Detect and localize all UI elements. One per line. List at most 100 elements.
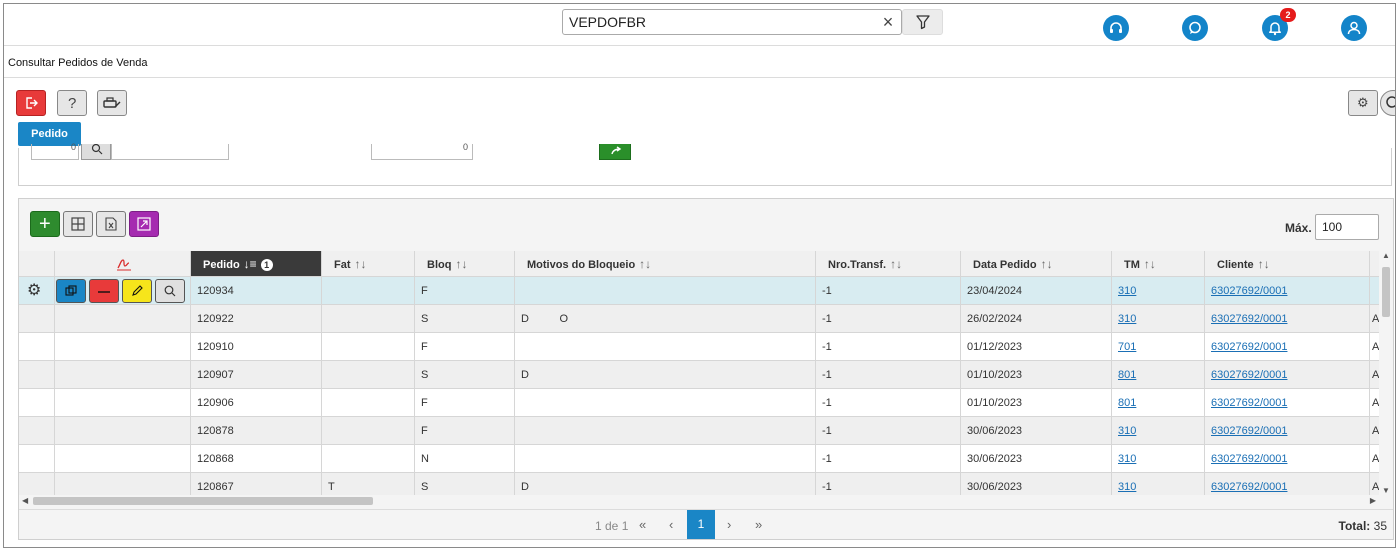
grid-icon — [71, 217, 85, 231]
exit-button[interactable] — [16, 90, 46, 116]
cliente-link[interactable]: 63027692/0001 — [1211, 341, 1287, 353]
signature-icon[interactable] — [116, 257, 132, 271]
print-settings-button[interactable] — [97, 90, 127, 116]
table-row[interactable]: 120906 F -1 01/10/2023 801 63027692/0001… — [19, 389, 1379, 417]
chat-icon — [1189, 21, 1201, 34]
first-page-button[interactable]: « — [639, 517, 646, 532]
filter-description-field[interactable] — [111, 144, 229, 160]
tm-link[interactable]: 801 — [1118, 397, 1136, 409]
table-row[interactable]: ⚙ 120934 F -1 23/04/2024 310 63027692/00… — [19, 277, 1379, 305]
cliente-link[interactable]: 63027692/0001 — [1211, 285, 1287, 297]
scroll-right-icon[interactable]: ▶ — [1370, 496, 1376, 505]
pencil-icon — [132, 285, 143, 296]
prev-page-button[interactable]: ‹ — [669, 517, 673, 532]
cliente-link[interactable]: 63027692/0001 — [1211, 453, 1287, 465]
support-button[interactable] — [1103, 15, 1129, 41]
sort-icon: ↑↓ — [354, 257, 367, 271]
vertical-scroll-thumb[interactable] — [1382, 267, 1390, 317]
sort-icon: ↑↓ — [455, 257, 468, 271]
arrow-icon — [611, 146, 622, 155]
copy-button[interactable] — [56, 279, 86, 303]
search-button[interactable] — [1380, 90, 1395, 116]
table-row[interactable]: 120907 S D -1 01/10/2023 801 63027692/00… — [19, 361, 1379, 389]
add-button[interactable]: + — [30, 211, 60, 237]
expand-icon — [137, 217, 151, 231]
cliente-link[interactable]: 63027692/0001 — [1211, 425, 1287, 437]
vertical-scrollbar[interactable]: ▲ ▼ — [1379, 251, 1393, 495]
apply-filter-button[interactable] — [599, 144, 631, 160]
header-motivos[interactable]: Motivos do Bloqueio ↑↓ — [515, 251, 816, 277]
filter-field-1[interactable]: 0 — [31, 142, 79, 160]
view-button[interactable] — [155, 279, 185, 303]
tm-link[interactable]: 310 — [1118, 285, 1136, 297]
table-row[interactable]: 120922 S D O -1 26/02/2024 310 63027692/… — [19, 305, 1379, 333]
scroll-up-icon[interactable]: ▲ — [1382, 251, 1390, 260]
help-button[interactable]: ? — [57, 90, 87, 116]
page-info: 1 de 1 — [595, 519, 629, 533]
copy-icon — [65, 285, 77, 296]
filter-lookup-button[interactable] — [81, 144, 111, 160]
header-nro-transf[interactable]: Nro.Transf. ↑↓ — [816, 251, 961, 277]
total-count: Total: 35 — [1338, 519, 1387, 533]
user-button[interactable] — [1341, 15, 1367, 41]
header-more — [1370, 251, 1379, 277]
export-excel-button[interactable] — [96, 211, 126, 237]
tm-link[interactable]: 310 — [1118, 313, 1136, 325]
clear-search-icon[interactable]: × — [879, 13, 897, 31]
excel-icon — [105, 217, 117, 231]
magnifier-icon — [164, 285, 176, 297]
header-data-pedido[interactable]: Data Pedido ↑↓ — [961, 251, 1112, 277]
notification-badge: 2 — [1280, 8, 1296, 22]
next-page-button[interactable]: › — [727, 517, 731, 532]
table-row[interactable]: 120868 N -1 30/06/2023 310 63027692/0001… — [19, 445, 1379, 473]
header-cliente[interactable]: Cliente ↑↓ — [1205, 251, 1370, 277]
cliente-link[interactable]: 63027692/0001 — [1211, 313, 1287, 325]
header-bloq[interactable]: Bloq ↑↓ — [415, 251, 515, 277]
scroll-left-icon[interactable]: ◀ — [22, 496, 28, 505]
table-row[interactable]: 120878 F -1 30/06/2023 310 63027692/0001… — [19, 417, 1379, 445]
tm-link[interactable]: 310 — [1118, 425, 1136, 437]
header-actions — [55, 251, 191, 277]
sort-desc-icon: ↓≡ — [243, 257, 257, 271]
max-rows-input[interactable]: 100 — [1315, 214, 1379, 240]
table-row[interactable]: 120910 F -1 01/12/2023 701 63027692/0001… — [19, 333, 1379, 361]
pagination-bar: 1 de 1 « ‹ 1 › » Total: 35 — [19, 509, 1393, 539]
search-icon — [1386, 96, 1395, 108]
header-fat[interactable]: Fat ↑↓ — [322, 251, 415, 277]
cliente-link[interactable]: 63027692/0001 — [1211, 369, 1287, 381]
header-pedido[interactable]: Pedido ↓≡ 1 — [191, 251, 322, 277]
cliente-link[interactable]: 63027692/0001 — [1211, 481, 1287, 493]
horizontal-scrollbar[interactable]: ◀ ▶ — [19, 495, 1379, 507]
page-1-button[interactable]: 1 — [687, 510, 715, 539]
tm-link[interactable]: 310 — [1118, 481, 1136, 493]
sort-icon: ↑↓ — [639, 257, 652, 271]
cliente-link[interactable]: 63027692/0001 — [1211, 397, 1287, 409]
app-window: × 2 Consultar Pedidos de Venda ? Pedido … — [3, 3, 1396, 548]
expand-button[interactable] — [129, 211, 159, 237]
filter-button[interactable] — [902, 9, 943, 35]
edit-button[interactable] — [122, 279, 152, 303]
title-bar: Consultar Pedidos de Venda — [4, 47, 1395, 78]
bell-icon — [1269, 22, 1281, 36]
gear-icon: ⚙ — [1357, 95, 1369, 110]
global-search: × — [562, 9, 902, 35]
sort-icon: ↑↓ — [890, 257, 903, 271]
search-input[interactable] — [569, 13, 869, 31]
header-tm[interactable]: TM ↑↓ — [1112, 251, 1205, 277]
delete-button[interactable] — [89, 279, 119, 303]
sort-icon: ↑↓ — [1143, 257, 1156, 271]
table-row[interactable]: 120867 T S D -1 30/06/2023 310 63027692/… — [19, 473, 1379, 495]
tm-link[interactable]: 310 — [1118, 453, 1136, 465]
horizontal-scroll-thumb[interactable] — [33, 497, 373, 505]
chat-button[interactable] — [1182, 15, 1208, 41]
settings-button[interactable]: ⚙ — [1348, 90, 1378, 116]
plus-icon: + — [39, 213, 51, 235]
orders-table: Pedido ↓≡ 1 Fat ↑↓ Bloq ↑↓ Motivos do Bloque… — [19, 251, 1379, 495]
tm-link[interactable]: 801 — [1118, 369, 1136, 381]
tm-link[interactable]: 701 — [1118, 341, 1136, 353]
scroll-down-icon[interactable]: ▼ — [1382, 486, 1390, 495]
row-settings-gear-icon[interactable]: ⚙ — [27, 277, 41, 304]
last-page-button[interactable]: » — [755, 517, 762, 532]
columns-button[interactable] — [63, 211, 93, 237]
filter-field-2[interactable]: 0 — [371, 142, 473, 160]
